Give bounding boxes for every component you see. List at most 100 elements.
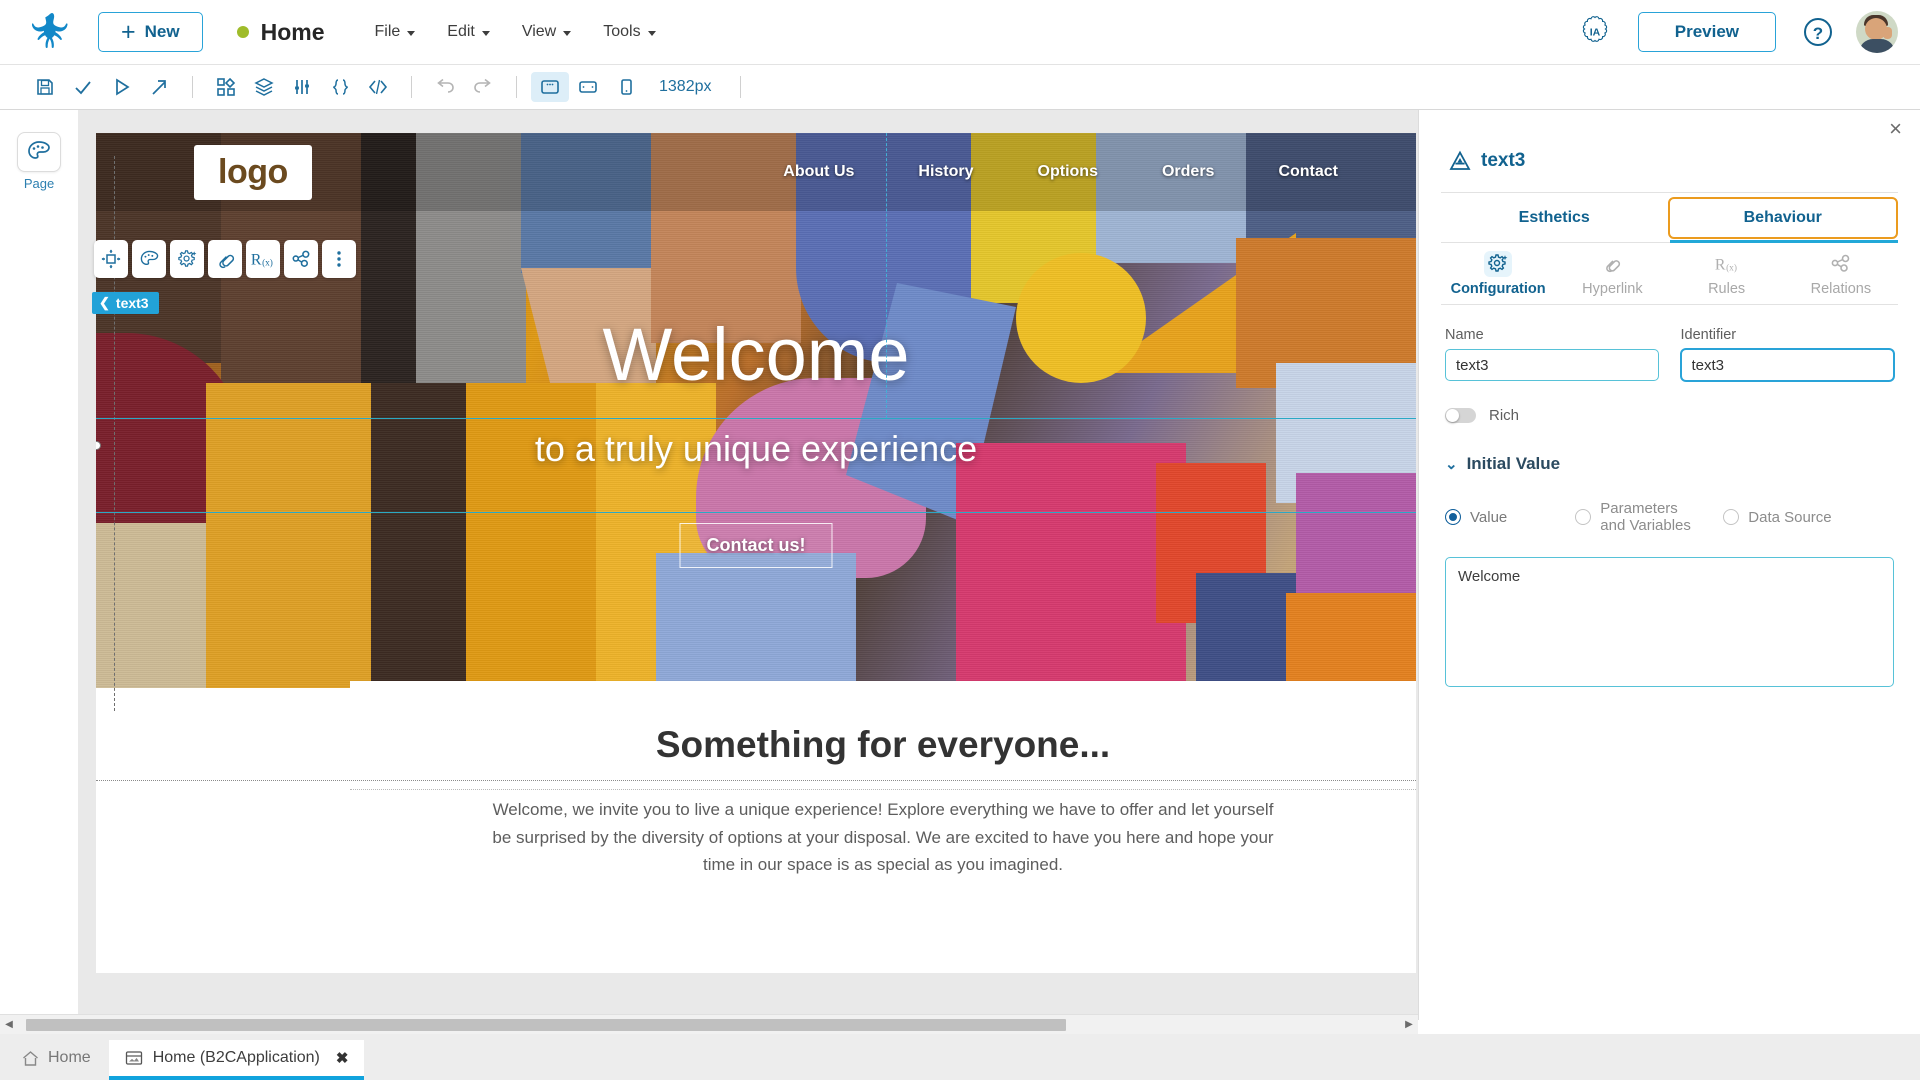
- svg-text:IA: IA: [1589, 27, 1600, 39]
- content-section[interactable]: Something for everyone... Welcome, we in…: [350, 681, 1416, 973]
- radio-option-value-label: Value: [1470, 508, 1508, 526]
- site-nav-orders[interactable]: Orders: [1162, 163, 1214, 181]
- configuration-icon[interactable]: [170, 240, 204, 278]
- left-rail: Page: [0, 110, 78, 1020]
- subtab-hyperlink[interactable]: Hyperlink: [1555, 243, 1669, 304]
- hero-section[interactable]: logo About Us History Options Orders Con…: [96, 133, 1416, 688]
- relations-icon: [1827, 251, 1855, 277]
- rail-item-page-label: Page: [23, 176, 55, 191]
- save-icon[interactable]: [26, 72, 64, 102]
- braces-icon[interactable]: [321, 72, 359, 102]
- plus-icon: +: [121, 17, 136, 46]
- layers-icon[interactable]: [245, 72, 283, 102]
- section-title[interactable]: Something for everyone...: [350, 724, 1416, 766]
- scroll-track[interactable]: [18, 1017, 1400, 1032]
- initial-value-textarea[interactable]: [1445, 556, 1894, 687]
- check-icon[interactable]: [64, 72, 102, 102]
- menu-view[interactable]: View: [506, 17, 587, 47]
- top-bar-actions: IA Preview ?: [1578, 11, 1898, 53]
- tab-behaviour[interactable]: Behaviour: [1667, 196, 1898, 239]
- hero-subtitle[interactable]: to a truly unique experience: [96, 428, 1416, 470]
- close-icon[interactable]: ×: [1889, 118, 1902, 140]
- initial-value-section-header[interactable]: ⌄ Initial Value: [1445, 454, 1894, 474]
- move-icon[interactable]: [94, 240, 128, 278]
- mobile-view-icon[interactable]: [607, 72, 645, 102]
- scroll-left-arrow-icon[interactable]: ◀: [0, 1019, 18, 1030]
- deploy-icon[interactable]: [140, 72, 178, 102]
- section-body[interactable]: Welcome, we invite you to live a unique …: [488, 796, 1278, 879]
- subtab-rules[interactable]: R (x) Rules: [1670, 243, 1784, 304]
- app-window: + New Home File Edit View Tools IA Previ…: [0, 0, 1920, 1080]
- menu-file[interactable]: File: [358, 17, 431, 47]
- panel-header: text3: [1449, 150, 1920, 172]
- radio-option-parameters-and-variables[interactable]: Parameters and Variables: [1575, 500, 1695, 535]
- subtab-rules-label: Rules: [1708, 280, 1746, 297]
- radio-value-indicator: [1445, 509, 1461, 526]
- radio-option-value[interactable]: Value: [1445, 509, 1507, 526]
- hyperlink-icon[interactable]: [208, 240, 242, 278]
- selected-element-badge-label: text3: [115, 295, 149, 311]
- close-icon[interactable]: ✖: [336, 1049, 349, 1067]
- tab-esthetics[interactable]: Esthetics: [1441, 199, 1668, 237]
- selection-guide-center: [886, 133, 887, 418]
- relations-icon[interactable]: [284, 240, 318, 278]
- icon-toolbar: 1382px: [0, 65, 1920, 110]
- desktop-view-icon[interactable]: [531, 72, 569, 102]
- code-icon[interactable]: [359, 72, 397, 102]
- canvas-width-value[interactable]: 1382px: [659, 78, 712, 96]
- hero-cta-button[interactable]: Contact us!: [679, 523, 833, 568]
- undo-icon[interactable]: [426, 72, 464, 102]
- tablet-view-icon[interactable]: [569, 72, 607, 102]
- hyperlink-icon: [1598, 251, 1626, 277]
- subtab-configuration[interactable]: Configuration: [1441, 243, 1555, 304]
- site-nav-about-us[interactable]: About Us: [783, 163, 854, 181]
- variables-icon[interactable]: [283, 72, 321, 102]
- site-nav-contact[interactable]: Contact: [1278, 163, 1338, 181]
- subtab-hyperlink-label: Hyperlink: [1582, 280, 1643, 297]
- svg-text:(x): (x): [1726, 262, 1737, 273]
- bottom-tab-home-b2capplication[interactable]: Home (B2CApplication) ✖: [108, 1040, 365, 1080]
- selection-guide-bottom: [96, 512, 1416, 513]
- site-logo-text: logo: [218, 152, 288, 191]
- menu-tools[interactable]: Tools: [587, 17, 671, 47]
- menu-edit[interactable]: Edit: [431, 17, 506, 47]
- rich-toggle-knob: [1446, 409, 1459, 422]
- chevron-down-icon: [647, 31, 656, 36]
- help-icon[interactable]: ?: [1802, 16, 1834, 48]
- hero-title[interactable]: Welcome: [96, 318, 1416, 392]
- avatar-body: [1859, 39, 1895, 53]
- canvas-horizontal-scrollbar[interactable]: ◀ ▶: [0, 1014, 1418, 1034]
- site-nav-history[interactable]: History: [918, 163, 973, 181]
- avatar-hand: [1883, 27, 1892, 39]
- site-logo[interactable]: logo: [194, 144, 312, 200]
- bottom-home-tab[interactable]: Home: [0, 1049, 109, 1080]
- redo-icon[interactable]: [464, 72, 502, 102]
- run-icon[interactable]: [102, 72, 140, 102]
- scroll-thumb[interactable]: [26, 1018, 1066, 1031]
- more-options-icon[interactable]: [322, 240, 356, 278]
- svg-text:R: R: [251, 252, 262, 269]
- ia-badge-icon[interactable]: IA: [1578, 15, 1612, 49]
- name-input[interactable]: [1445, 349, 1659, 381]
- scroll-right-arrow-icon[interactable]: ▶: [1400, 1019, 1418, 1030]
- components-icon[interactable]: [207, 72, 245, 102]
- frog-logo-icon[interactable]: [32, 11, 72, 53]
- avatar[interactable]: [1856, 11, 1898, 53]
- subtab-relations[interactable]: Relations: [1784, 243, 1898, 304]
- initial-value-section-label: Initial Value: [1466, 454, 1561, 473]
- new-button-label: New: [144, 22, 180, 41]
- rich-toggle[interactable]: [1445, 408, 1476, 423]
- menu-view-label: View: [521, 23, 557, 40]
- chevron-down-icon: [481, 31, 490, 36]
- top-bar: + New Home File Edit View Tools IA Previ…: [0, 0, 1920, 65]
- new-button[interactable]: + New: [98, 12, 203, 52]
- site-nav-options[interactable]: Options: [1038, 163, 1098, 181]
- selected-element-badge[interactable]: ❮ text3: [92, 292, 159, 314]
- radio-option-data-source[interactable]: Data Source: [1723, 509, 1832, 526]
- rules-icon[interactable]: R (x): [246, 240, 280, 278]
- preview-button[interactable]: Preview: [1637, 12, 1776, 52]
- rail-item-page[interactable]: Page: [16, 132, 62, 191]
- palette-icon[interactable]: [132, 240, 166, 278]
- section-guide-line: [350, 789, 1416, 790]
- identifier-input[interactable]: [1680, 349, 1894, 381]
